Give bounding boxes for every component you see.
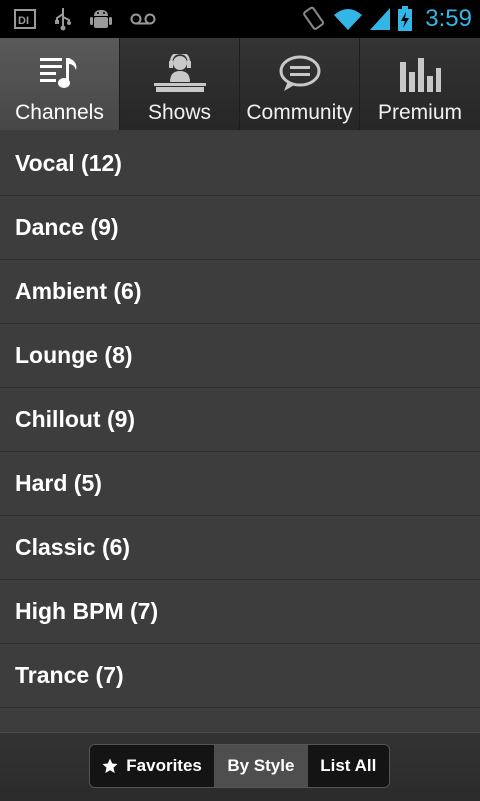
list-item-vocal[interactable]: Vocal (12) (0, 132, 480, 196)
android-debug-icon (90, 7, 112, 31)
dj-icon (120, 52, 239, 96)
list-item-chillout[interactable]: Chillout (9) (0, 388, 480, 452)
rotate-icon (301, 5, 327, 33)
tab-community[interactable]: Community (240, 38, 360, 130)
battery-charging-icon (397, 6, 413, 32)
favorites-label: Favorites (126, 756, 202, 775)
list-item-ambient[interactable]: Ambient (6) (0, 260, 480, 324)
notification-icons: DI (14, 7, 156, 31)
status-bar: DI 3:59 (0, 0, 480, 38)
tab-shows[interactable]: Shows (120, 38, 240, 130)
svg-text:DI: DI (18, 15, 29, 27)
wifi-icon (333, 7, 363, 31)
view-mode-selector: Favorites By Style List All (89, 744, 390, 788)
list-item-classic[interactable]: Classic (6) (0, 516, 480, 580)
tab-premium-label: Premium (377, 101, 462, 124)
tab-channels[interactable]: Channels (0, 38, 120, 130)
voicemail-icon (130, 12, 156, 26)
list-item-lounge[interactable]: Lounge (8) (0, 324, 480, 388)
by-style-label: By Style (227, 756, 295, 775)
system-icons: 3:59 (301, 4, 472, 34)
list-item-partial[interactable] (0, 708, 480, 732)
list-item-dance[interactable]: Dance (9) (0, 196, 480, 260)
di-app-icon: DI (14, 8, 36, 30)
tab-premium[interactable]: Premium (360, 38, 480, 130)
favorites-button[interactable]: Favorites (90, 745, 215, 787)
equalizer-icon (360, 52, 480, 96)
signal-icon (369, 7, 391, 31)
clock: 3:59 (425, 5, 472, 32)
list-item-hard[interactable]: Hard (5) (0, 452, 480, 516)
list-item-high-bpm[interactable]: High BPM (7) (0, 580, 480, 644)
tab-bar: Channels Shows Community Premium (0, 38, 480, 130)
tab-community-label: Community (246, 101, 353, 124)
list-all-label: List All (320, 756, 377, 775)
list-item-trance[interactable]: Trance (7) (0, 644, 480, 708)
usb-icon (54, 7, 72, 31)
list-all-button[interactable]: List All (307, 745, 389, 787)
star-icon (102, 758, 118, 774)
tab-shows-label: Shows (147, 101, 212, 124)
bottom-bar: Favorites By Style List All (0, 732, 480, 801)
chat-bubble-icon (240, 52, 359, 96)
by-style-button[interactable]: By Style (214, 745, 308, 787)
style-list: Vocal (12) Dance (9) Ambient (6) Lounge … (0, 132, 480, 732)
music-list-icon (0, 52, 119, 96)
tab-channels-label: Channels (15, 101, 104, 124)
